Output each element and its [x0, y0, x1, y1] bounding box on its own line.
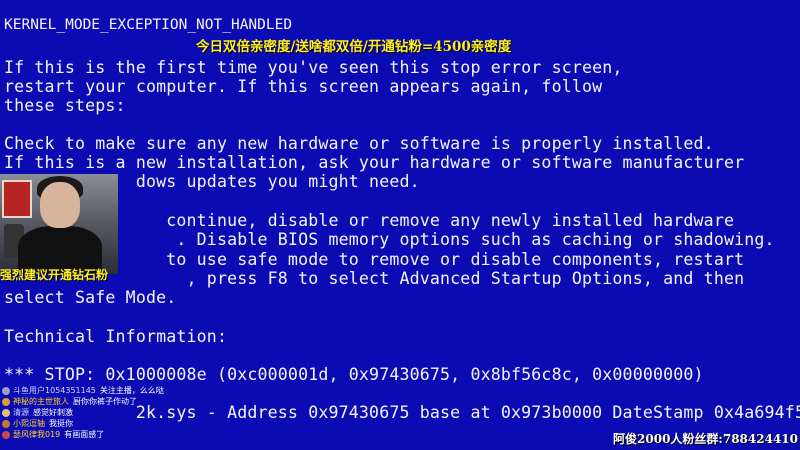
chat-feed: 斗鱼用户1054351145 关注主播，么么哒 神秘的主世旅人 厨你你裤子作动了… — [2, 385, 242, 440]
chat-message: 斗鱼用户1054351145 关注主播，么么哒 — [2, 385, 242, 396]
webcam-overlay — [0, 174, 118, 274]
streamer-face — [40, 182, 80, 228]
bsod-line: Check to make sure any new hardware or s… — [4, 134, 714, 153]
avatar[interactable] — [2, 408, 10, 417]
bsod-title: KERNEL_MODE_EXCEPTION_NOT_HANDLED — [4, 17, 293, 33]
chat-username[interactable]: 斗鱼用户1054351145 — [13, 385, 96, 396]
chat-text: 感觉好刺激 — [33, 408, 73, 417]
avatar[interactable] — [2, 386, 10, 395]
promo-banner-left: 强烈建议开通钻石粉 — [0, 268, 109, 282]
chat-message: 小熙逗轴 我挺你 — [2, 418, 242, 429]
chat-text: 有画面感了 — [64, 430, 105, 439]
bsod-line: If this is a new installation, ask your … — [4, 153, 745, 172]
promo-banner-top: 今日双倍亲密度/送啥都双倍/开通钻粉=4500亲密度 — [196, 39, 512, 55]
fan-group-banner: 阿俊2000人粉丝群:788424410 — [613, 432, 798, 446]
bsod-line: select Safe Mode. — [4, 288, 177, 307]
chat-username[interactable]: 瑟风律我019 — [13, 429, 60, 440]
bsod-line: restart your computer. If this screen ap… — [4, 77, 603, 96]
bsod-section-heading: Technical Information: — [4, 327, 228, 346]
bsod-line: If this is the first time you've seen th… — [4, 58, 623, 77]
poster-image — [2, 180, 32, 218]
bsod-line: . Disable BIOS memory options such as ca… — [4, 230, 775, 249]
chat-username[interactable]: 小熙逗轴 — [13, 418, 45, 429]
avatar[interactable] — [2, 419, 10, 428]
chat-message: 清源 感觉好刺激 — [2, 407, 242, 418]
chat-text: 我挺你 — [49, 419, 73, 428]
avatar[interactable] — [2, 430, 10, 439]
avatar[interactable] — [2, 397, 10, 406]
chat-message: 瑟风律我019 有画面感了 — [2, 429, 242, 440]
bsod-stop-code: *** STOP: 0x1000008e (0xc000001d, 0x9743… — [4, 365, 704, 384]
chat-username[interactable]: 神秘的主世旅人 — [13, 396, 69, 407]
chat-username[interactable]: 清源 — [13, 407, 29, 418]
chat-text: 关注主播，么么哒 — [99, 386, 164, 395]
chat-text: 厨你你裤子作动了 — [73, 397, 137, 406]
chat-message: 神秘的主世旅人 厨你你裤子作动了 — [2, 396, 242, 407]
bsod-line: these steps: — [4, 96, 126, 115]
